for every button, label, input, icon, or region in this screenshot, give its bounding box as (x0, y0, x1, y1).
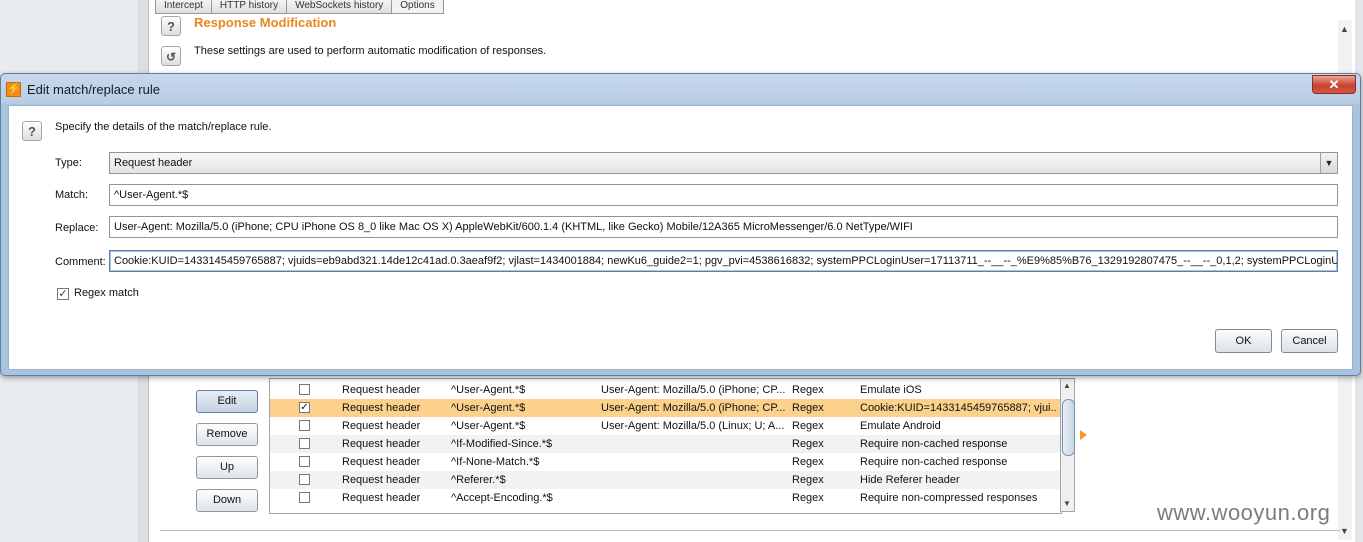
table-row[interactable]: Request header ^User-Agent.*$ User-Agent… (270, 381, 1061, 399)
tab-options[interactable]: Options (391, 0, 444, 14)
edit-button[interactable]: Edit (196, 390, 258, 413)
replace-label: Replace: (55, 222, 99, 234)
row-kind: Regex (792, 456, 824, 468)
row-type: Request header (342, 474, 421, 486)
row-comment: Require non-cached response (860, 438, 1008, 450)
row-enabled-checkbox[interactable] (299, 456, 310, 467)
scroll-down-icon[interactable]: ▼ (1063, 499, 1071, 508)
row-comment: Cookie:KUID=1433145459765887; vjui... (860, 402, 1056, 414)
row-kind: Regex (792, 420, 824, 432)
type-label: Type: (55, 157, 82, 169)
type-dropdown[interactable]: Request header ▼ (109, 152, 1338, 174)
scroll-up-icon[interactable]: ▲ (1063, 381, 1071, 390)
row-enabled-checkbox[interactable] (299, 438, 310, 449)
row-comment: Emulate iOS (860, 384, 922, 396)
row-comment: Require non-compressed responses (860, 492, 1038, 504)
row-type: Request header (342, 402, 421, 414)
row-type: Request header (342, 456, 421, 468)
section-description: These settings are used to perform autom… (194, 45, 547, 57)
watermark: www.wooyun.org (1157, 500, 1331, 525)
row-comment: Emulate Android (860, 420, 941, 432)
row-match: ^User-Agent.*$ (451, 402, 526, 414)
row-match: ^If-None-Match.*$ (451, 456, 540, 468)
row-replace: User-Agent: Mozilla/5.0 (iPhone; CP... (601, 384, 786, 396)
scroll-up-icon[interactable]: ▲ (1340, 24, 1349, 34)
section-title: Response Modification (194, 15, 337, 30)
row-comment: Require non-cached response (860, 456, 1008, 468)
comment-label: Comment: (55, 256, 106, 268)
dialog-help-icon[interactable]: ? (22, 121, 42, 141)
refresh-icon[interactable]: ↺ (161, 46, 181, 66)
scroll-down-icon[interactable]: ▼ (1340, 526, 1349, 536)
tab-intercept[interactable]: Intercept (155, 0, 211, 14)
burp-logo-icon: ⚡ (6, 82, 21, 97)
table-row[interactable]: Request header ^Accept-Encoding.*$ Regex… (270, 489, 1061, 507)
replace-input[interactable]: User-Agent: Mozilla/5.0 (iPhone; CPU iPh… (109, 216, 1338, 238)
row-type: Request header (342, 384, 421, 396)
tab-http-history[interactable]: HTTP history (210, 0, 287, 14)
table-row[interactable]: Request header ^If-None-Match.*$ Regex R… (270, 453, 1061, 471)
row-marker-icon (1080, 430, 1087, 440)
dialog-instruction: Specify the details of the match/replace… (55, 121, 272, 133)
row-match: ^User-Agent.*$ (451, 420, 526, 432)
match-label: Match: (55, 189, 89, 201)
type-value: Request header (114, 157, 193, 169)
row-match: ^If-Modified-Since.*$ (451, 438, 553, 450)
row-replace: User-Agent: Mozilla/5.0 (iPhone; CP... (601, 402, 786, 414)
table-row-selected[interactable]: ✓ Request header ^User-Agent.*$ User-Age… (270, 399, 1061, 417)
row-kind: Regex (792, 474, 824, 486)
row-enabled-checkbox[interactable] (299, 384, 310, 395)
row-kind: Regex (792, 492, 824, 504)
chevron-down-icon[interactable]: ▼ (1320, 153, 1337, 173)
row-match: ^Accept-Encoding.*$ (451, 492, 553, 504)
dialog-title: Edit match/replace rule (27, 82, 160, 97)
row-kind: Regex (792, 438, 824, 450)
row-enabled-checkbox[interactable]: ✓ (299, 402, 310, 413)
row-comment: Hide Referer header (860, 474, 960, 486)
table-row[interactable]: Request header ^Referer.*$ Regex Hide Re… (270, 471, 1061, 489)
ok-button[interactable]: OK (1215, 329, 1272, 353)
tab-websockets-history[interactable]: WebSockets history (286, 0, 392, 14)
up-button[interactable]: Up (196, 456, 258, 479)
divider (160, 530, 1340, 531)
row-enabled-checkbox[interactable] (299, 474, 310, 485)
row-kind: Regex (792, 384, 824, 396)
row-type: Request header (342, 420, 421, 432)
rules-scrollbar[interactable]: ▲ ▼ (1060, 378, 1075, 512)
remove-button[interactable]: Remove (196, 423, 258, 446)
proxy-tabs: Intercept HTTP history WebSockets histor… (155, 0, 444, 14)
close-button[interactable]: ✕ (1312, 75, 1356, 94)
row-enabled-checkbox[interactable] (299, 420, 310, 431)
regex-match-label: Regex match (74, 287, 139, 299)
row-enabled-checkbox[interactable] (299, 492, 310, 503)
regex-match-checkbox[interactable]: ✓ (57, 288, 69, 300)
scroll-thumb[interactable] (1062, 399, 1075, 456)
table-row[interactable]: Request header ^User-Agent.*$ User-Agent… (270, 417, 1061, 435)
cancel-button[interactable]: Cancel (1281, 329, 1338, 353)
down-button[interactable]: Down (196, 489, 258, 512)
table-row[interactable]: Request header ^If-Modified-Since.*$ Reg… (270, 435, 1061, 453)
comment-input[interactable]: Cookie:KUID=1433145459765887; vjuids=eb9… (109, 250, 1338, 272)
row-match: ^Referer.*$ (451, 474, 506, 486)
row-type: Request header (342, 492, 421, 504)
help-icon[interactable]: ? (161, 16, 181, 36)
row-match: ^User-Agent.*$ (451, 384, 526, 396)
row-type: Request header (342, 438, 421, 450)
match-input[interactable]: ^User-Agent.*$ (109, 184, 1338, 206)
row-kind: Regex (792, 402, 824, 414)
row-replace: User-Agent: Mozilla/5.0 (Linux; U; A... (601, 420, 785, 432)
rules-table: Request header ^User-Agent.*$ User-Agent… (269, 378, 1062, 514)
